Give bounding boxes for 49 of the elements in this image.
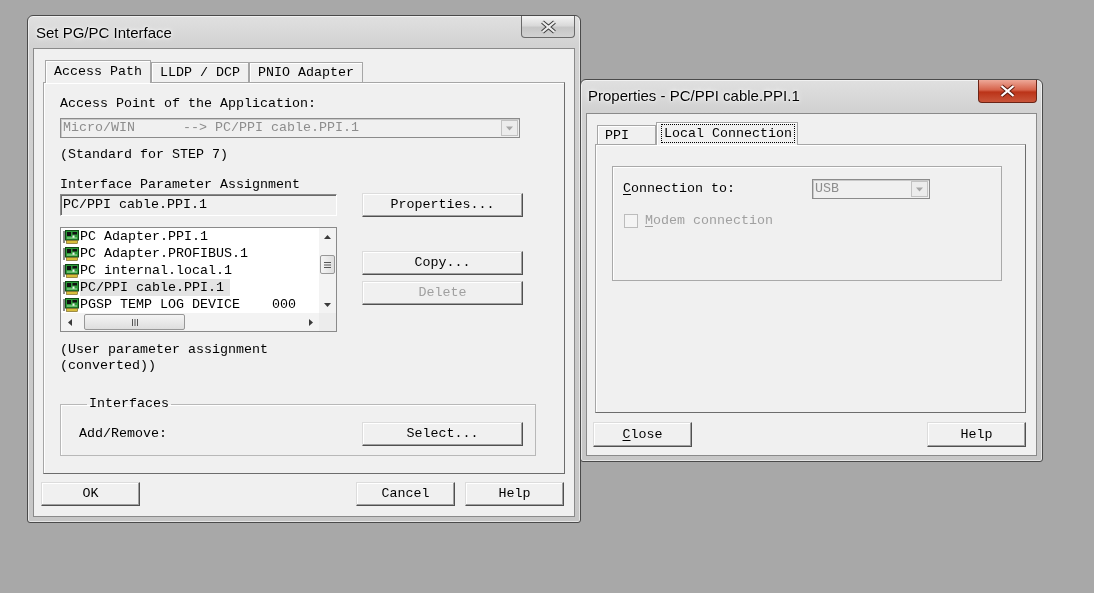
field-label: Connection to: [623, 181, 736, 197]
horizontal-scrollbar[interactable] [61, 313, 319, 331]
scroll-right-icon[interactable] [308, 318, 313, 326]
circuit-board-icon [63, 280, 79, 295]
scroll-down-icon[interactable] [324, 302, 331, 307]
list-item[interactable]: PGSP TEMP LOG DEVICE 000 [80, 296, 302, 313]
cancel-button[interactable]: Cancel [356, 482, 455, 506]
field-label: Access Point of the Application: [60, 96, 317, 112]
scrollbar-thumb[interactable] [320, 255, 335, 274]
field-label: Interface Parameter Assignment [60, 177, 301, 193]
grip-icon [324, 261, 331, 268]
note-text: (Standard for STEP 7) [60, 147, 229, 163]
close-button[interactable]: Close [593, 422, 692, 447]
circuit-board-icon [63, 263, 79, 278]
circuit-board-icon [63, 297, 79, 312]
select-button[interactable]: Select... [362, 422, 523, 446]
scroll-left-icon[interactable] [67, 318, 72, 326]
window-close-button[interactable] [978, 80, 1037, 103]
circuit-board-icon [63, 246, 79, 261]
list-item[interactable]: PC/PPI cable.PPI.1 [80, 279, 230, 296]
tab[interactable]: PNIO Adapter [248, 62, 363, 82]
help-button[interactable]: Help [927, 422, 1026, 447]
list-item[interactable]: PC Adapter.PROFIBUS.1 [80, 245, 254, 262]
scroll-up-icon[interactable] [324, 234, 331, 239]
field-label: Add/Remove: [79, 426, 167, 442]
tab[interactable]: Access Path [45, 60, 151, 83]
properties-button[interactable]: Properties... [362, 193, 523, 217]
group-title: Interfaces [88, 396, 170, 412]
circuit-board-icon [63, 229, 79, 244]
tab[interactable]: LLDP / DCP [151, 62, 249, 82]
grip-icon [131, 318, 138, 326]
window-title: Set PG/PC Interface [36, 24, 172, 42]
window-close-button[interactable] [521, 16, 575, 38]
help-button[interactable]: Help [465, 482, 564, 506]
vertical-scrollbar[interactable] [319, 228, 336, 313]
copy-button[interactable]: Copy... [362, 251, 523, 275]
interface-parameter-field[interactable]: PC/PPI cable.PPI.1 [60, 194, 337, 216]
ok-button[interactable]: OK [41, 482, 140, 506]
scrollbar-thumb[interactable] [84, 314, 185, 330]
interface-list[interactable]: PC Adapter.PPI.1 PC Adapter.PROFIBUS.1 PC internal.local.1 PC/PPI cable.PPI.1 PGSP TEMP LOG DEVICE 000 [60, 227, 337, 332]
scrollbar-corner [319, 313, 336, 331]
note-text: (User parameter assignment (converted)) [60, 342, 269, 374]
list-item[interactable]: PC Adapter.PPI.1 [80, 228, 214, 245]
tab[interactable]: PPI [597, 125, 656, 144]
tab[interactable]: Local Connection [656, 122, 798, 145]
window-title: Properties - PC/PPI cable.PPI.1 [588, 87, 800, 105]
close-icon [539, 19, 557, 34]
close-icon [999, 84, 1016, 98]
list-item[interactable]: PC internal.local.1 [80, 262, 238, 279]
